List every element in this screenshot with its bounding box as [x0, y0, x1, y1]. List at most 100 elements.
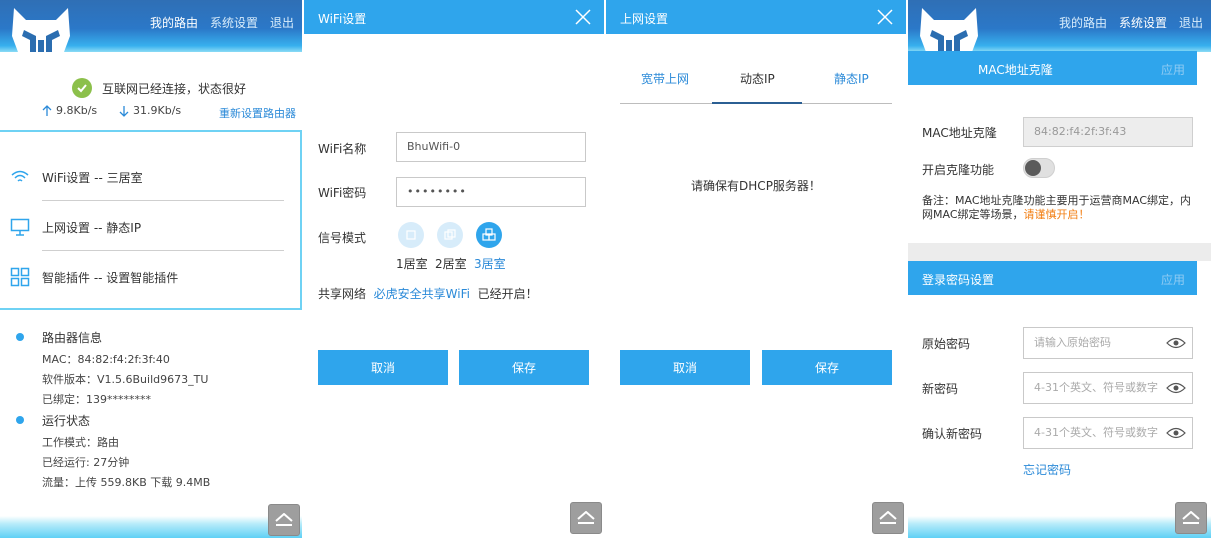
apply-button[interactable]: 应用 — [1161, 61, 1185, 78]
dialog-titlebar: WiFi设置 — [304, 0, 604, 34]
wifi-password-input[interactable]: •••••••• — [396, 177, 586, 207]
home-panel: 我的路由 系统设置 退出 互联网已经连接，状态很好 9.8Kb/s 31.9Kb… — [0, 0, 302, 538]
close-icon[interactable] — [574, 8, 592, 26]
eye-icon[interactable] — [1166, 381, 1186, 395]
eject-up-icon — [879, 511, 897, 524]
clone-toggle-label: 开启克隆功能 — [922, 163, 995, 177]
monitor-icon — [10, 218, 30, 236]
mode-3-label: 3居室 — [474, 257, 506, 271]
menu-item-wifi[interactable]: WiFi设置 -- 三居室 — [0, 152, 300, 202]
dialog-title: 上网设置 — [620, 12, 669, 26]
mac-address-field: 84:82:f4:2f:3f:43 — [1023, 117, 1193, 147]
menu-item-plugins[interactable]: 智能插件 -- 设置智能插件 — [0, 252, 300, 302]
cancel-button[interactable]: 取消 — [318, 350, 448, 385]
old-password-input[interactable]: 请输入原始密码 — [1023, 327, 1193, 359]
dhcp-message: 请确保有DHCP服务器！ — [691, 179, 821, 193]
dialog-titlebar: 上网设置 — [606, 0, 906, 34]
section-spacer — [908, 243, 1211, 261]
tab-dynamic-ip[interactable]: 动态IP — [740, 70, 775, 87]
bottom-band — [0, 516, 302, 538]
new-password-label: 新密码 — [922, 382, 959, 396]
bullet-dot-icon — [16, 416, 24, 424]
scroll-top-button[interactable] — [570, 502, 602, 534]
confirm-password-label: 确认新密码 — [922, 427, 983, 441]
double-square-icon — [444, 229, 456, 240]
mode-2-label: 2居室 — [435, 257, 467, 271]
clone-toggle[interactable] — [1023, 158, 1055, 178]
eye-icon[interactable] — [1166, 336, 1186, 350]
grid-icon — [10, 267, 30, 287]
tiger-logo-icon — [12, 8, 70, 52]
share-wifi-link[interactable]: 必虎安全共享WiFi — [374, 287, 470, 301]
share-network-row: 共享网络 必虎安全共享WiFi 已经开启！ — [318, 285, 538, 302]
upload-speed: 9.8Kb/s — [42, 104, 97, 117]
password-section-header: 登录密码设置 应用 — [908, 261, 1197, 295]
app-header: 我的路由 系统设置 退出 — [908, 0, 1211, 52]
system-settings-panel: 我的路由 系统设置 退出 MAC地址克隆 应用 MAC地址克隆 84:82:f4… — [908, 0, 1211, 538]
header-nav: 我的路由 系统设置 退出 — [150, 14, 294, 31]
scroll-top-button[interactable] — [872, 502, 904, 534]
menu-divider — [42, 200, 284, 201]
download-speed: 31.9Kb/s — [119, 104, 181, 117]
reset-router-link[interactable]: 重新设置路由器 — [219, 105, 296, 121]
forgot-password-link[interactable]: 忘记密码 — [1023, 461, 1071, 478]
connection-type-tabs: 宽带上网 动态IP 静态IP — [620, 64, 892, 104]
menu-divider — [42, 250, 284, 251]
tab-broadband[interactable]: 宽带上网 — [641, 70, 689, 87]
traffic: 流量：上传 559.8KB 下载 9.4MB — [42, 476, 211, 489]
nav-logout[interactable]: 退出 — [1179, 14, 1203, 31]
mac-clone-label: MAC地址克隆 — [922, 126, 997, 140]
mac-clone-section-header: MAC地址克隆 应用 — [908, 51, 1197, 85]
eject-up-icon — [577, 511, 595, 524]
router-info-title: 路由器信息 — [42, 331, 103, 345]
nav-system-settings[interactable]: 系统设置 — [210, 14, 258, 31]
work-mode: 工作模式：路由 — [42, 436, 119, 449]
save-button[interactable]: 保存 — [459, 350, 589, 385]
mode-1-label: 1居室 — [396, 257, 428, 271]
header-nav: 我的路由 系统设置 退出 — [1059, 14, 1203, 31]
nav-my-router[interactable]: 我的路由 — [1059, 14, 1107, 31]
bottom-band — [908, 516, 1211, 538]
nav-system-settings[interactable]: 系统设置 — [1119, 14, 1167, 31]
nav-logout[interactable]: 退出 — [270, 14, 294, 31]
eye-icon[interactable] — [1166, 426, 1186, 440]
arrow-down-icon — [119, 105, 129, 117]
square-icon — [406, 230, 416, 240]
mac-clone-note: 备注：MAC地址克隆功能主要用于运营商MAC绑定，内网MAC绑定等场景，请谨慎开… — [922, 194, 1192, 221]
save-button[interactable]: 保存 — [762, 350, 892, 385]
router-firmware: 软件版本：V1.5.6Build9673_TU — [42, 373, 209, 386]
apply-button[interactable]: 应用 — [1161, 271, 1185, 288]
tiger-logo-icon — [920, 8, 978, 52]
scroll-top-button[interactable] — [268, 504, 300, 536]
eject-up-icon — [275, 513, 293, 526]
network-settings-dialog: 上网设置 宽带上网 动态IP 静态IP 请确保有DHCP服务器！ 取消 保存 — [606, 0, 906, 538]
mode-3-room-button[interactable] — [476, 222, 502, 248]
section-title: 登录密码设置 — [922, 273, 995, 287]
app-header: 我的路由 系统设置 退出 — [0, 0, 302, 52]
nav-my-router[interactable]: 我的路由 — [150, 14, 198, 31]
wifi-password-label: WiFi密码 — [318, 186, 367, 200]
wifi-icon — [11, 170, 29, 182]
confirm-password-input[interactable]: 4-31个英文、符号或数字 — [1023, 417, 1193, 449]
old-password-label: 原始密码 — [922, 337, 971, 351]
close-icon[interactable] — [876, 8, 894, 26]
bullet-dot-icon — [16, 333, 24, 341]
mode-1-room-button[interactable] — [398, 222, 424, 248]
router-mac: MAC：84:82:f4:2f:3f:40 — [42, 353, 170, 366]
toggle-knob — [1025, 160, 1041, 176]
wifi-name-label: WiFi名称 — [318, 142, 367, 156]
signal-mode-label: 信号模式 — [318, 231, 367, 245]
run-status-title: 运行状态 — [42, 414, 91, 428]
wifi-name-input[interactable]: BhuWifi-0 — [396, 132, 586, 162]
eject-up-icon — [1182, 511, 1200, 524]
tab-static-ip[interactable]: 静态IP — [834, 70, 869, 87]
uptime: 已经运行: 27分钟 — [42, 456, 130, 469]
dialog-title: WiFi设置 — [318, 12, 367, 26]
wifi-settings-dialog: WiFi设置 WiFi名称 BhuWifi-0 WiFi密码 •••••••• … — [304, 0, 604, 538]
menu-item-network[interactable]: 上网设置 -- 静态IP — [0, 202, 300, 252]
cancel-button[interactable]: 取消 — [620, 350, 750, 385]
mode-2-room-button[interactable] — [437, 222, 463, 248]
triple-square-icon — [482, 228, 496, 241]
scroll-top-button[interactable] — [1175, 502, 1207, 534]
new-password-input[interactable]: 4-31个英文、符号或数字 — [1023, 372, 1193, 404]
